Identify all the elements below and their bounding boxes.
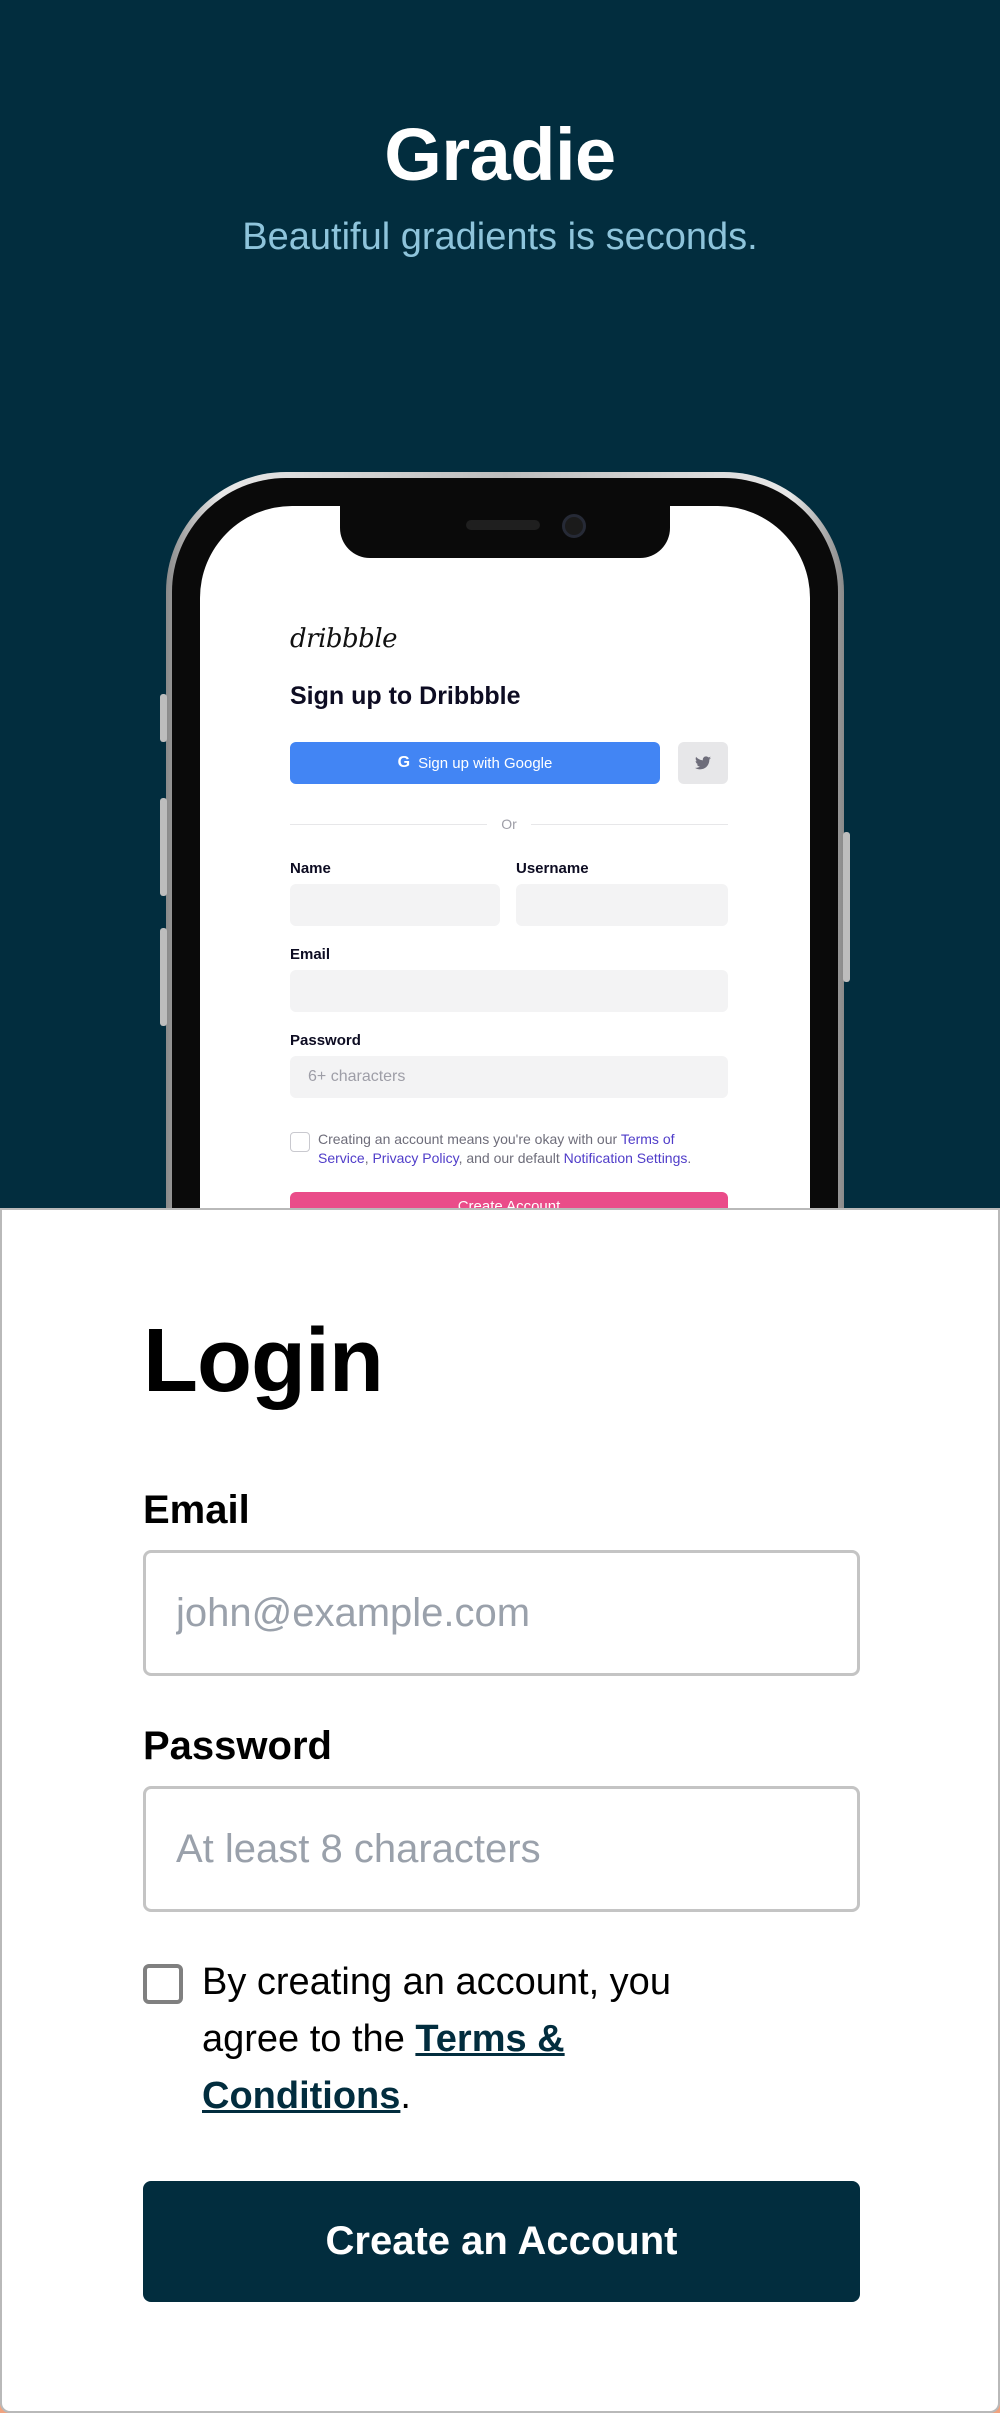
terms-prefix: Creating an account means you're okay wi… [318, 1131, 621, 1147]
email-input[interactable] [290, 970, 728, 1012]
email-field[interactable] [143, 1550, 860, 1676]
login-title: Login [143, 1311, 384, 1411]
dribbble-create-account-button[interactable]: Create Account [290, 1192, 728, 1208]
phone-silent-switch [160, 694, 167, 742]
twitter-icon [695, 756, 711, 770]
name-label: Name [290, 860, 331, 877]
email-field-label: Email [143, 1488, 250, 1532]
username-input[interactable] [516, 884, 728, 926]
phone-volume-down [160, 928, 167, 1026]
terms-agreement-suffix: . [400, 2075, 411, 2117]
phone-screen: dribbble Sign up to Dribbble G Sign up w… [200, 506, 810, 1208]
privacy-policy-link[interactable]: Privacy Policy [372, 1150, 458, 1166]
twitter-signup-button[interactable] [678, 742, 728, 784]
name-input[interactable] [290, 884, 500, 926]
password-input[interactable]: 6+ characters [290, 1056, 728, 1098]
divider-line [530, 823, 728, 825]
terms-text: Creating an account means you're okay wi… [318, 1130, 728, 1168]
dribbble-logo: dribbble [290, 624, 398, 654]
speaker-icon [466, 520, 540, 530]
hero-subtitle: Beautiful gradients is seconds. [242, 216, 758, 258]
terms-agreement-text: By creating an account, you agree to the… [202, 1954, 722, 2125]
password-field-label: Password [143, 1724, 332, 1768]
email-label: Email [290, 946, 331, 963]
dribbble-signup-title: Sign up to Dribbble [290, 682, 521, 710]
terms-end: . [687, 1150, 692, 1166]
phone-bezel: dribbble Sign up to Dribbble G Sign up w… [172, 478, 838, 1208]
phone-notch [340, 506, 670, 558]
login-card: Login Email Password By creating an acco… [0, 1208, 1000, 2413]
phone-power-button [843, 832, 850, 982]
google-icon: G [397, 754, 411, 771]
hero-title: Gradie [384, 113, 616, 196]
or-divider: Or [290, 814, 728, 834]
or-text: Or [501, 816, 517, 832]
terms-checkbox[interactable] [290, 1132, 310, 1152]
notification-settings-link[interactable]: Notification Settings [564, 1150, 688, 1166]
divider-line [290, 823, 488, 825]
create-account-button[interactable]: Create an Account [143, 2181, 860, 2302]
terms-agree-checkbox[interactable] [143, 1964, 183, 2004]
password-field[interactable] [143, 1786, 860, 1912]
phone-volume-up [160, 798, 167, 896]
google-signup-button[interactable]: G Sign up with Google [290, 742, 660, 784]
phone-mockup: dribbble Sign up to Dribbble G Sign up w… [160, 472, 850, 1208]
password-label: Password [290, 1032, 361, 1049]
google-signup-label: Sign up with Google [418, 754, 553, 772]
terms-middle: , and our default [458, 1150, 564, 1166]
camera-icon [562, 514, 586, 538]
hero-section: Gradie Beautiful gradients is seconds. d… [0, 0, 1000, 1208]
username-label: Username [516, 860, 589, 877]
